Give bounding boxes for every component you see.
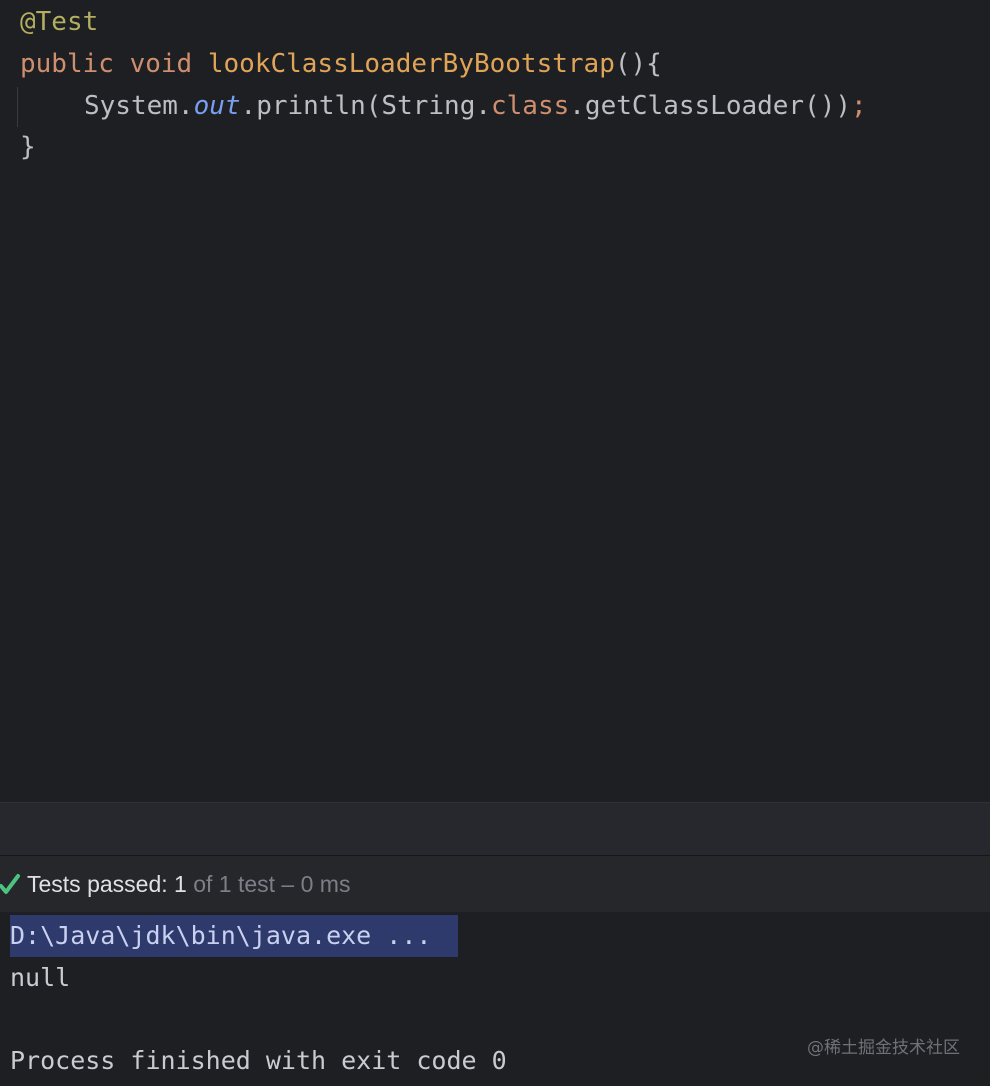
tests-passed-label: Tests passed: [27,871,175,897]
code-line-statement[interactable]: System.out.println(String.class.getClass… [84,85,867,127]
check-icon [0,874,20,894]
get-classloader-token: .getClassLoader()) [569,91,852,121]
console-output[interactable]: D:\Java\jdk\bin\java.exe ... null Proces… [0,912,990,1086]
system-token: System. [84,91,194,121]
class-keyword-token: class [491,91,570,121]
output-line: null [10,963,71,992]
closing-brace: } [20,132,36,162]
annotation-token: @Test [20,7,99,37]
watermark: @稀土掘金技术社区 [807,1038,960,1058]
exit-message: Process finished with exit code 0 [10,1046,507,1075]
test-status-text: Tests passed: 1 of 1 test – 0 ms [27,856,350,912]
code-line-method-signature[interactable]: public void lookClassLoaderByBootstrap()… [20,43,662,85]
keyword-void: void [129,49,193,79]
command-line[interactable]: D:\Java\jdk\bin\java.exe ... [10,915,431,957]
tests-passed-detail: of 1 test – 0 ms [186,871,351,897]
code-line-closing-brace[interactable]: } [20,126,36,168]
println-token: .println(String. [240,91,491,121]
indent-guide [17,87,18,127]
out-field-token: out [193,91,241,121]
keyword-public: public [20,49,114,79]
semicolon-token: ; [851,91,867,121]
tests-passed-count: 1 [174,871,187,897]
method-name: lookClassLoaderByBootstrap [207,49,615,79]
code-line-annotation[interactable]: @Test [20,1,98,43]
run-panel-toolbar [0,802,990,856]
code-editor[interactable]: @Test public void lookClassLoaderByBoots… [0,0,990,802]
test-status-bar: Tests passed: 1 of 1 test – 0 ms [0,856,990,912]
params-brace: (){ [614,49,662,79]
